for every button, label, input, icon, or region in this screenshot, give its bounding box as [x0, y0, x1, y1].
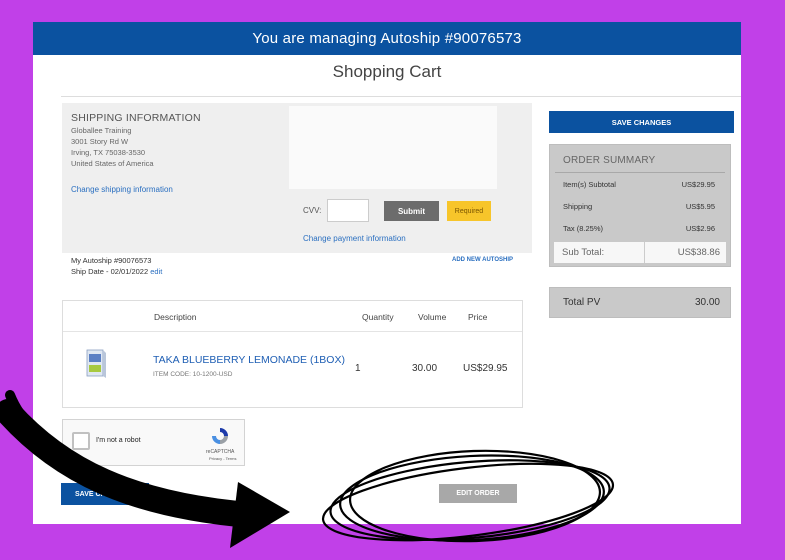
subtotal-label: Sub Total: — [562, 247, 605, 258]
payment-card-area — [289, 106, 497, 189]
address-line: United States of America — [71, 159, 154, 168]
summary-label: Item(s) Subtotal — [563, 180, 616, 189]
address-line: Irving, TX 75038-3530 — [71, 148, 146, 157]
product-quantity: 1 — [355, 363, 361, 374]
product-name-link[interactable]: TAKA BLUEBERRY LEMONADE (1BOX) — [153, 354, 345, 366]
product-box-icon — [86, 349, 106, 378]
summary-value: US$5.95 — [685, 202, 715, 211]
shipping-address: Globallee Training 3001 Story Rd W Irvin… — [71, 125, 154, 169]
summary-value: US$2.96 — [685, 224, 715, 233]
recaptcha-checkbox[interactable] — [72, 432, 90, 450]
recaptcha-brand: reCAPTCHA — [206, 449, 235, 455]
save-changes-button-bottom[interactable]: SAVE CHANGES — [61, 483, 149, 505]
title-divider — [61, 96, 741, 97]
autoship-banner: You are managing Autoship #90076573 — [33, 22, 741, 55]
column-header-quantity: Quantity — [362, 312, 394, 322]
summary-divider — [555, 172, 725, 173]
summary-row: Shipping US$5.95 — [550, 198, 730, 216]
recaptcha-terms-link[interactable]: Privacy - Terms — [209, 456, 236, 461]
save-changes-button-top[interactable]: SAVE CHANGES — [549, 111, 734, 133]
total-pv-label: Total PV — [563, 297, 601, 308]
column-header-volume: Volume — [418, 312, 447, 322]
order-summary-panel: ORDER SUMMARY Item(s) Subtotal US$29.95 … — [549, 144, 731, 267]
column-header-description: Description — [154, 312, 197, 322]
column-header-price: Price — [468, 312, 488, 322]
total-pv-value: 30.00 — [694, 297, 720, 308]
recaptcha-logo-icon — [212, 428, 228, 444]
shipping-payment-panel: SHIPPING INFORMATION Globallee Training … — [62, 103, 532, 253]
address-line: Globallee Training — [71, 126, 132, 135]
summary-row: Tax (8.25%) US$2.96 — [550, 220, 730, 238]
summary-label: Tax (8.25%) — [563, 224, 604, 233]
cvv-label: CVV: — [303, 206, 322, 215]
edit-order-button[interactable]: EDIT ORDER — [439, 484, 517, 503]
subtotal-row: Sub Total: US$38.86 — [554, 242, 726, 263]
page-title: Shopping Cart — [332, 62, 442, 81]
recaptcha-widget: I'm not a robot reCAPTCHA Privacy - Term… — [62, 419, 245, 466]
product-volume: 30.00 — [412, 363, 438, 374]
subtotal-divider — [644, 242, 645, 263]
order-summary-heading: ORDER SUMMARY — [563, 155, 656, 166]
ship-date-line: Ship Date - 02/01/2022 edit — [71, 266, 162, 277]
product-price: US$29.95 — [463, 363, 508, 374]
table-divider — [63, 331, 522, 332]
submit-button[interactable]: Submit — [384, 201, 439, 221]
shipping-heading: SHIPPING INFORMATION — [71, 112, 201, 124]
product-table: Description Quantity Volume Price TAKA B… — [62, 300, 523, 408]
autoship-number: My Autoship #90076573 — [71, 256, 152, 265]
recaptcha-label: I'm not a robot — [96, 437, 141, 444]
summary-label: Shipping — [563, 202, 593, 211]
product-code: ITEM CODE: 10-1200-USD — [153, 371, 233, 378]
address-line: 3001 Story Rd W — [71, 137, 129, 146]
cvv-input[interactable] — [327, 199, 369, 222]
ship-date: Ship Date - 02/01/2022 — [71, 267, 149, 276]
summary-value: US$29.95 — [681, 180, 715, 189]
total-pv-panel: Total PV 30.00 — [549, 287, 731, 318]
subtotal-value: US$38.86 — [677, 247, 720, 258]
add-new-autoship-link[interactable]: ADD NEW AUTOSHIP — [452, 257, 513, 263]
change-shipping-link[interactable]: Change shipping information — [71, 185, 173, 194]
change-payment-link[interactable]: Change payment information — [303, 234, 406, 243]
autoship-info: My Autoship #90076573 Ship Date - 02/01/… — [71, 255, 162, 277]
summary-row: Item(s) Subtotal US$29.95 — [550, 176, 730, 194]
required-badge: Required — [447, 201, 491, 221]
autoship-page: You are managing Autoship #90076573 Shop… — [33, 22, 741, 524]
edit-ship-date-link[interactable]: edit — [150, 267, 162, 276]
